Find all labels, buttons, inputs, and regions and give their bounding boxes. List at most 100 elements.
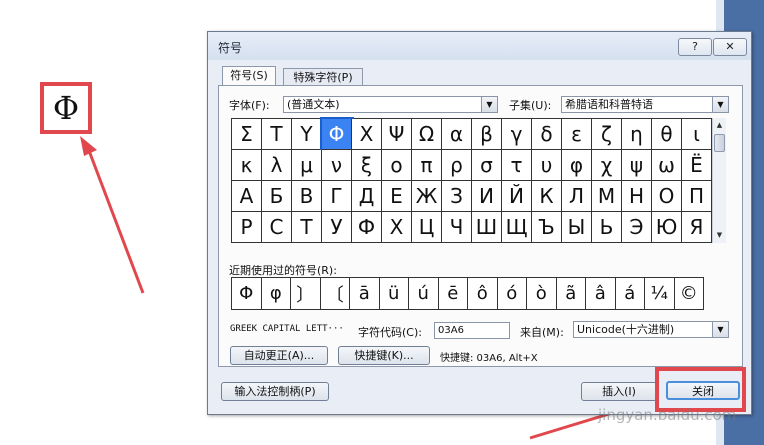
recent-symbol-cell[interactable]: φ [261,278,291,310]
char-code-input[interactable]: 03A6 [434,322,510,339]
tab-special-characters[interactable]: 特殊字符(P) [283,68,363,86]
subset-select[interactable]: 希腊语和科普特语 ▼ [561,96,729,113]
scrollbar-thumb[interactable] [714,134,725,152]
recent-symbol-cell[interactable]: ú [409,278,439,310]
symbol-cell[interactable]: Э [622,212,652,243]
from-select[interactable]: Unicode(十六进制) ▼ [573,321,729,338]
symbol-cell[interactable]: Σ [232,119,262,150]
recent-symbol-cell[interactable]: ò [527,278,557,310]
symbol-cell[interactable]: Й [502,181,532,212]
symbol-cell[interactable]: Τ [262,119,292,150]
symbol-cell[interactable]: Ω [412,119,442,150]
symbol-cell[interactable]: Ч [442,212,472,243]
symbol-cell[interactable]: К [532,181,562,212]
symbol-cell[interactable]: Б [262,181,292,212]
symbol-cell[interactable]: Х [382,212,412,243]
recent-symbol-cell[interactable]: â [586,278,616,310]
font-select[interactable]: (普通文本) ▼ [283,96,498,113]
recent-symbol-cell[interactable]: á [615,278,645,310]
symbol-cell[interactable]: α [442,119,472,150]
symbol-cell[interactable]: ξ [352,150,382,181]
symbol-cell[interactable]: κ [232,150,262,181]
symbol-cell[interactable]: Ь [592,212,622,243]
help-button[interactable]: ? [678,38,712,56]
tab-symbols[interactable]: 符号(S) [222,66,276,86]
symbol-cell[interactable]: τ [502,150,532,181]
symbol-cell[interactable]: Ё [682,150,712,181]
scroll-up-icon[interactable]: ▲ [713,118,726,132]
symbol-cell[interactable]: С [262,212,292,243]
recent-symbol-cell[interactable]: ü [379,278,409,310]
symbol-cell[interactable]: Г [322,181,352,212]
symbol-cell[interactable]: Л [562,181,592,212]
recent-symbol-cell[interactable]: ã [556,278,586,310]
symbol-cell[interactable]: Я [682,212,712,243]
symbol-cell[interactable]: ν [322,150,352,181]
symbol-cell[interactable]: ρ [442,150,472,181]
symbol-cell[interactable]: φ [562,150,592,181]
symbol-cell[interactable]: γ [502,119,532,150]
insert-button[interactable]: 插入(I) [581,382,657,401]
symbol-cell[interactable]: η [622,119,652,150]
recent-symbol-cell[interactable]: © [674,278,704,310]
symbol-cell[interactable]: Т [292,212,322,243]
symbol-cell[interactable]: Е [382,181,412,212]
symbol-cell[interactable]: Д [352,181,382,212]
autocorrect-button[interactable]: 自动更正(A)... [230,346,328,365]
symbol-cell[interactable]: Ц [412,212,442,243]
symbol-cell[interactable]: ι [682,119,712,150]
symbol-cell[interactable]: А [232,181,262,212]
symbol-cell[interactable]: Φ [320,117,354,152]
symbol-cell[interactable]: λ [262,150,292,181]
recent-symbol-cell[interactable]: ó [497,278,527,310]
symbol-cell[interactable]: Χ [352,119,382,150]
symbol-cell[interactable]: ο [382,150,412,181]
symbol-cell[interactable]: υ [532,150,562,181]
symbol-cell[interactable]: δ [532,119,562,150]
symbol-cell[interactable]: β [472,119,502,150]
symbol-cell[interactable]: Ж [412,181,442,212]
symbol-cell[interactable]: π [412,150,442,181]
symbol-cell[interactable]: σ [472,150,502,181]
recent-symbol-cell[interactable]: ô [468,278,498,310]
symbol-cell[interactable]: М [592,181,622,212]
symbol-cell[interactable]: Ы [562,212,592,243]
symbol-cell[interactable]: Ф [352,212,382,243]
symbol-cell[interactable]: ζ [592,119,622,150]
recent-symbol-cell[interactable]: ē [438,278,468,310]
scroll-down-icon[interactable]: ▼ [713,228,726,242]
symbol-cell[interactable]: П [682,181,712,212]
symbol-cell[interactable]: У [322,212,352,243]
symbol-cell[interactable]: И [472,181,502,212]
recent-symbol-cell[interactable]: 〕 [291,278,321,310]
symbol-cell[interactable]: ψ [622,150,652,181]
recent-symbol-cell[interactable]: Φ [232,278,262,310]
recent-symbol-cell[interactable]: ¼ [645,278,675,310]
symbol-cell[interactable]: З [442,181,472,212]
watermark: jingyan.baidu.com [598,406,737,424]
symbol-cell[interactable]: Ψ [382,119,412,150]
insert-label: 插入(I) [602,385,636,398]
symbol-cell[interactable]: μ [292,150,322,181]
symbol-cell[interactable]: Ю [652,212,682,243]
symbol-cell[interactable]: О [652,181,682,212]
symbol-grid-scrollbar[interactable]: ▲ ▼ [712,118,726,243]
recent-symbol-cell[interactable]: ā [350,278,380,310]
autocorrect-label: 自动更正(A)... [243,349,315,362]
symbol-cell[interactable]: χ [592,150,622,181]
symbol-cell[interactable]: Ш [472,212,502,243]
symbol-cell[interactable]: Н [622,181,652,212]
symbol-cell[interactable]: Щ [502,212,532,243]
ime-control-button[interactable]: 输入法控制柄(P) [221,382,329,401]
symbol-cell[interactable]: ε [562,119,592,150]
symbol-cell[interactable]: Ъ [532,212,562,243]
title-close-button[interactable]: ✕ [713,38,747,56]
symbol-cell[interactable]: Υ [292,119,322,150]
shortcut-key-button[interactable]: 快捷键(K)... [338,346,430,365]
symbol-cell[interactable]: В [292,181,322,212]
symbol-cell[interactable]: θ [652,119,682,150]
symbol-cell[interactable]: ω [652,150,682,181]
tab-special-label: 特殊字符(P) [293,71,353,84]
recent-symbol-cell[interactable]: 〔 [320,278,350,310]
symbol-cell[interactable]: Р [232,212,262,243]
